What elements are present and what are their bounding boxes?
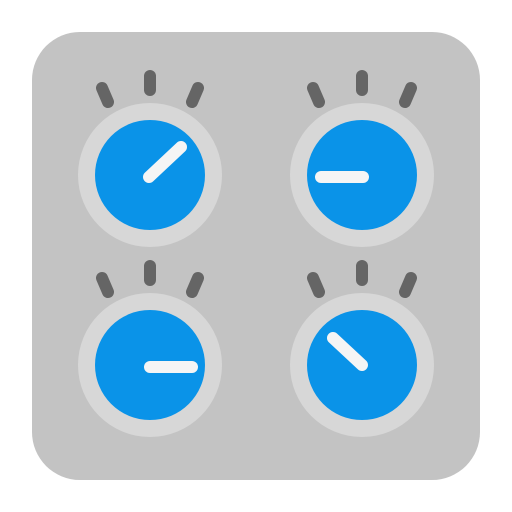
tick-right	[399, 272, 417, 298]
tick-right	[186, 82, 204, 108]
tick-right	[399, 82, 417, 108]
control-knobs-icon	[32, 32, 480, 480]
control-knobs-icon-stage	[0, 0, 512, 512]
tick-left	[307, 82, 325, 108]
tick-right	[186, 272, 204, 298]
tick-left	[307, 272, 325, 298]
tick-left	[96, 82, 114, 108]
tick-left	[96, 272, 114, 298]
